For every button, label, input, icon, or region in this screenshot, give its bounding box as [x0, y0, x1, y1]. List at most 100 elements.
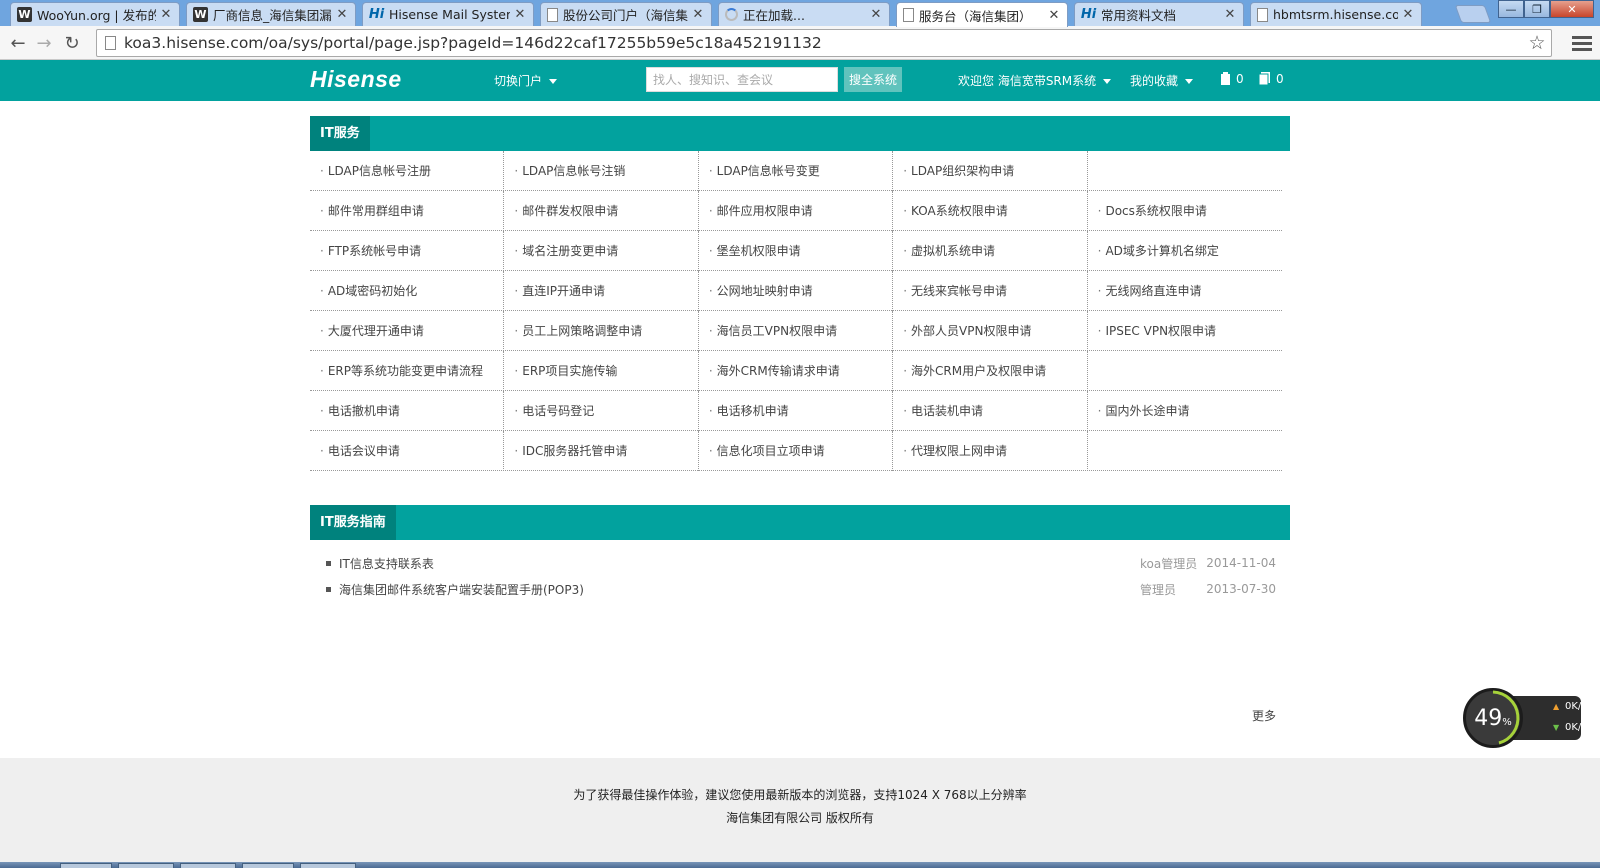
service-link[interactable]: · 电话移机申请: [699, 391, 894, 431]
service-label: 电话会议申请: [327, 444, 400, 458]
service-link[interactable]: · 邮件应用权限申请: [699, 191, 894, 231]
guide-title-link[interactable]: IT信息支持联系表: [339, 555, 1140, 572]
bullet-dot-icon: ·: [708, 164, 713, 178]
browser-tab[interactable]: Hi 常用资料文档 ✕: [1074, 2, 1244, 26]
bookmark-star-icon[interactable]: ☆: [1523, 32, 1551, 54]
taskbar-button[interactable]: [118, 863, 174, 868]
close-tab-icon[interactable]: ✕: [1047, 8, 1061, 23]
service-link[interactable]: · IPSEC VPN权限申请: [1088, 311, 1282, 351]
hisense-logo[interactable]: Hisense: [310, 66, 402, 93]
service-link[interactable]: · LDAP信息帐号注册: [310, 151, 505, 191]
browser-tab[interactable]: W WooYun.org | 发布的漏✕: [10, 2, 180, 26]
browser-tab[interactable]: hbmtsrm.hisense.com✕: [1250, 2, 1422, 26]
service-link[interactable]: · FTP系统帐号申请: [310, 231, 505, 271]
network-speed-widget[interactable]: ▲ 0K/s ▼ 0K/s 49%: [1463, 688, 1587, 748]
service-link[interactable]: · 电话装机申请: [893, 391, 1088, 431]
bullet-dot-icon: ·: [903, 364, 908, 378]
address-bar[interactable]: ☆: [96, 29, 1552, 57]
taskbar-button[interactable]: [300, 863, 356, 868]
service-link[interactable]: · 堡垒机权限申请: [699, 231, 894, 271]
search-input[interactable]: [646, 67, 838, 92]
service-link[interactable]: · ERP项目实施传输: [504, 351, 699, 391]
service-link: [1088, 431, 1282, 471]
service-link[interactable]: · AD域多计算机名绑定: [1088, 231, 1282, 271]
more-link[interactable]: 更多: [1252, 707, 1276, 724]
todo-counter[interactable]: 0: [1220, 71, 1244, 86]
service-link[interactable]: · 邮件常用群组申请: [310, 191, 505, 231]
close-tab-icon[interactable]: ✕: [335, 7, 349, 22]
service-link[interactable]: · 公网地址映射申请: [699, 271, 894, 311]
bullet-dot-icon: ·: [903, 404, 908, 418]
service-link[interactable]: · AD域密码初始化: [310, 271, 505, 311]
service-link[interactable]: · 员工上网策略调整申请: [504, 311, 699, 351]
service-link[interactable]: · 海信员工VPN权限申请: [699, 311, 894, 351]
bullet-dot-icon: ·: [320, 444, 324, 458]
bullet-dot-icon: ·: [514, 404, 519, 418]
service-link[interactable]: · 大厦代理开通申请: [310, 311, 505, 351]
minimize-button[interactable]: —: [1498, 0, 1524, 18]
browser-tab[interactable]: 正在加载... ✕: [718, 2, 890, 26]
upload-arrow-icon: ▲: [1553, 702, 1560, 711]
service-link[interactable]: · 无线网络直连申请: [1088, 271, 1282, 311]
favorites-menu[interactable]: 我的收藏: [1130, 72, 1194, 89]
service-link[interactable]: · 海外CRM传输请求申请: [699, 351, 894, 391]
browser-toolbar: ← → ↻ ☆: [0, 26, 1600, 60]
service-link[interactable]: · LDAP信息帐号注销: [504, 151, 699, 191]
browser-tab[interactable]: 股份公司门户（海信集团 ✕: [540, 2, 712, 26]
reload-icon[interactable]: ↻: [60, 31, 84, 55]
docs-counter[interactable]: 0: [1258, 71, 1284, 86]
welcome-label: 欢迎您 海信宽带SRM系统: [958, 74, 1097, 88]
service-link[interactable]: · 国内外长途申请: [1088, 391, 1282, 431]
forward-icon[interactable]: →: [32, 31, 56, 55]
service-link[interactable]: · 邮件群发权限申请: [504, 191, 699, 231]
close-tab-icon[interactable]: ✕: [1401, 7, 1415, 22]
service-link[interactable]: · 无线来宾帐号申请: [893, 271, 1088, 311]
service-link[interactable]: · 电话会议申请: [310, 431, 505, 471]
service-link[interactable]: · LDAP组织架构申请: [893, 151, 1088, 191]
close-tab-icon[interactable]: ✕: [159, 7, 173, 22]
maximize-button[interactable]: ❐: [1524, 0, 1550, 18]
close-tab-icon[interactable]: ✕: [869, 7, 883, 22]
switch-portal-menu[interactable]: 切换门户: [494, 72, 558, 89]
back-icon[interactable]: ←: [6, 31, 30, 55]
close-window-button[interactable]: ✕: [1550, 0, 1594, 18]
browser-tab[interactable]: 服务台（海信集团） ✕: [896, 2, 1068, 27]
taskbar-button[interactable]: [180, 863, 236, 868]
url-input[interactable]: [124, 34, 1523, 52]
service-link[interactable]: · 直连IP开通申请: [504, 271, 699, 311]
service-link[interactable]: · 电话撤机申请: [310, 391, 505, 431]
guide-title-link[interactable]: 海信集团邮件系统客户端安装配置手册(POP3): [339, 581, 1140, 598]
service-link[interactable]: · 域名注册变更申请: [504, 231, 699, 271]
browser-tab[interactable]: Hi Hisense Mail System ✕: [362, 2, 534, 26]
service-link[interactable]: · LDAP信息帐号变更: [699, 151, 894, 191]
service-link[interactable]: · ERP等系统功能变更申请流程: [310, 351, 505, 391]
bullet-dot-icon: ·: [514, 244, 519, 258]
service-link[interactable]: · 电话号码登记: [504, 391, 699, 431]
service-link[interactable]: · 海外CRM用户及权限申请: [893, 351, 1088, 391]
chrome-menu-icon[interactable]: [1572, 32, 1592, 54]
service-link[interactable]: · 代理权限上网申请: [893, 431, 1088, 471]
browser-tab[interactable]: W 厂商信息_海信集团漏洞 ✕: [186, 2, 356, 26]
taskbar-button[interactable]: [60, 863, 112, 868]
documents-icon: [1258, 72, 1270, 86]
service-link[interactable]: · 信息化项目立项申请: [699, 431, 894, 471]
service-label: AD域多计算机名绑定: [1105, 244, 1219, 258]
close-tab-icon[interactable]: ✕: [691, 7, 705, 22]
close-tab-icon[interactable]: ✕: [1223, 7, 1237, 22]
service-link[interactable]: · IDC服务器托管申请: [504, 431, 699, 471]
clipboard-icon: [1221, 72, 1230, 85]
docs-count: 0: [1276, 71, 1284, 86]
user-menu[interactable]: 欢迎您 海信宽带SRM系统: [958, 72, 1112, 89]
bullet-dot-icon: ·: [320, 284, 324, 298]
service-link[interactable]: · KOA系统权限申请: [893, 191, 1088, 231]
service-link[interactable]: · Docs系统权限申请: [1088, 191, 1282, 231]
service-link[interactable]: · 虚拟机系统申请: [893, 231, 1088, 271]
it-guide-header: IT服务指南: [310, 505, 1290, 540]
search-all-button[interactable]: 搜全系统: [844, 67, 902, 92]
browser-tab-strip: — ❐ ✕ WWooYun.org | 发布的漏✕W厂商信息_海信集团漏洞✕Hi…: [0, 0, 1600, 27]
service-link[interactable]: · 外部人员VPN权限申请: [893, 311, 1088, 351]
service-label: LDAP信息帐号注册: [327, 164, 431, 178]
taskbar-button[interactable]: [242, 863, 294, 868]
new-tab-button[interactable]: [1454, 5, 1492, 23]
close-tab-icon[interactable]: ✕: [513, 7, 527, 22]
